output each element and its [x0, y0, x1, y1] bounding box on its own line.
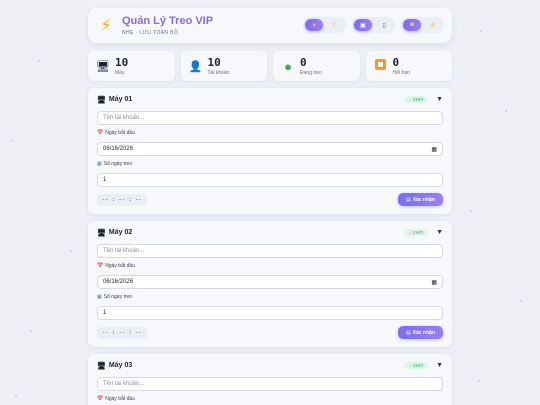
start-date-label: 📅 Ngày bắt đầu	[97, 396, 135, 402]
app-header: ⚡ Quản Lý Treo VIP NHẸ · LƯU TOÀN BỘ ☀ ☾…	[88, 8, 452, 43]
countdown-timer: -- : -- : --	[97, 193, 147, 206]
machine-title: 🖥 Máy 03	[97, 362, 132, 370]
card-header: 🖥 Máy 01 ◌ CHỜ ▼	[97, 94, 443, 105]
collapse-icon[interactable]: ▼	[436, 362, 443, 369]
stat-value: 0	[300, 55, 307, 69]
stat-label: Máy	[115, 69, 125, 76]
collapse-icon[interactable]: ▼	[436, 229, 443, 236]
computer-icon: 🖥	[97, 362, 106, 370]
machine-name: Máy 01	[108, 96, 133, 103]
countdown-timer: -- : -- : --	[97, 326, 147, 339]
start-date-input[interactable]: 06/16/2026 ▦	[97, 142, 443, 156]
confirm-button[interactable]: ▤ Xác nhận	[398, 193, 443, 206]
status-badge: ◌ CHỜ	[403, 229, 429, 236]
start-date-label: 📅 Ngày bắt đầu	[97, 263, 135, 269]
computer-icon: 🖥	[97, 96, 106, 104]
app-container: ⚡ Quản Lý Treo VIP NHẸ · LƯU TOÀN BỘ ☀ ☾…	[88, 8, 452, 405]
app-subtitle: NHẸ · LƯU TOÀN BỘ	[122, 30, 179, 36]
machine-title: 🖥 Máy 02	[97, 229, 132, 237]
machine-name: Máy 02	[108, 229, 133, 236]
stats-row: 🖥 10 Máy 👤 10 Tài khoản ● 0 Đang treo 0 …	[88, 51, 452, 81]
days-input[interactable]: 1	[97, 306, 443, 320]
stat-value: 10	[115, 55, 129, 69]
numbers-icon: ▦	[97, 294, 102, 300]
collapse-icon[interactable]: ▼	[436, 96, 443, 103]
clipboard-icon: ▤	[406, 196, 411, 203]
sound-icon[interactable]: ◙	[403, 19, 421, 31]
account-input[interactable]: Tên tài khoản...	[97, 244, 443, 258]
calendar-picker-icon[interactable]: ▦	[431, 146, 437, 153]
title-block: Quản Lý Treo VIP NHẸ · LƯU TOÀN BỘ	[122, 15, 213, 36]
machine-card: 🖥 Máy 03 ◌ CHỜ ▼ Tên tài khoản... 📅 Ngày…	[88, 354, 452, 405]
stop-icon	[374, 59, 388, 73]
numbers-icon: ▦	[97, 161, 102, 167]
machine-title: 🖥 Máy 01	[97, 96, 132, 104]
machine-card: 🖥 Máy 02 ◌ CHỜ ▼ Tên tài khoản... 📅 Ngày…	[88, 221, 452, 347]
stat-label: Hết hạn	[392, 69, 411, 76]
mobile-icon[interactable]: ▯	[375, 19, 393, 31]
stat-running: ● 0 Đang treo	[273, 51, 360, 81]
calendar-picker-icon[interactable]: ▦	[431, 279, 437, 286]
computer-icon: 🖥	[97, 229, 106, 237]
computer-icon: 🖥	[96, 60, 110, 73]
stat-label: Tài khoản	[207, 69, 230, 76]
stat-machines: 🖥 10 Máy	[88, 51, 175, 81]
sun-icon[interactable]: ☀	[305, 19, 323, 31]
days-input[interactable]: 1	[97, 173, 443, 187]
status-badge: ◌ CHỜ	[403, 362, 429, 369]
view-toggle: ▣ ▯	[352, 17, 395, 33]
app-title: Quản Lý Treo VIP	[122, 15, 214, 27]
warning-icon[interactable]: ⚠	[424, 19, 442, 31]
moon-icon[interactable]: ☾	[326, 19, 344, 31]
header-toggles: ☀ ☾ ▣ ▯ ◙ ⚠	[303, 17, 444, 33]
status-badge: ◌ CHỜ	[403, 96, 429, 103]
days-label: ▦ Số ngày treo	[97, 294, 133, 300]
card-footer: -- : -- : -- ▤ Xác nhận	[97, 326, 443, 339]
bolt-icon: ⚡	[100, 15, 112, 35]
confirm-button[interactable]: ▤ Xác nhận	[398, 326, 443, 339]
clipboard-icon: ▤	[406, 329, 411, 336]
stat-accounts: 👤 10 Tài khoản	[180, 51, 267, 81]
machine-card: 🖥 Máy 01 ◌ CHỜ ▼ Tên tài khoản... 📅 Ngày…	[88, 88, 452, 214]
user-icon: 👤	[188, 60, 203, 73]
stat-expired: 0 Hết hạn	[365, 51, 452, 81]
mode-toggle: ◙ ⚠	[401, 17, 444, 33]
calendar-icon: 📅	[97, 130, 104, 136]
calendar-icon: 📅	[97, 263, 104, 269]
card-header: 🖥 Máy 03 ◌ CHỜ ▼	[97, 360, 443, 371]
card-header: 🖥 Máy 02 ◌ CHỜ ▼	[97, 227, 443, 238]
green-dot-icon: ●	[284, 58, 292, 74]
stat-value: 10	[207, 55, 221, 69]
start-date-input[interactable]: 06/16/2026 ▦	[97, 275, 443, 289]
account-input[interactable]: Tên tài khoản...	[97, 377, 443, 391]
account-input[interactable]: Tên tài khoản...	[97, 111, 443, 125]
card-footer: -- : -- : -- ▤ Xác nhận	[97, 193, 443, 206]
stat-value: 0	[392, 55, 400, 69]
desktop-icon[interactable]: ▣	[354, 19, 372, 31]
days-label: ▦ Số ngày treo	[97, 161, 133, 167]
stat-label: Đang treo	[300, 69, 322, 76]
theme-toggle: ☀ ☾	[303, 17, 346, 33]
calendar-icon: 📅	[97, 396, 104, 402]
start-date-label: 📅 Ngày bắt đầu	[97, 130, 135, 136]
machine-name: Máy 03	[108, 362, 133, 369]
